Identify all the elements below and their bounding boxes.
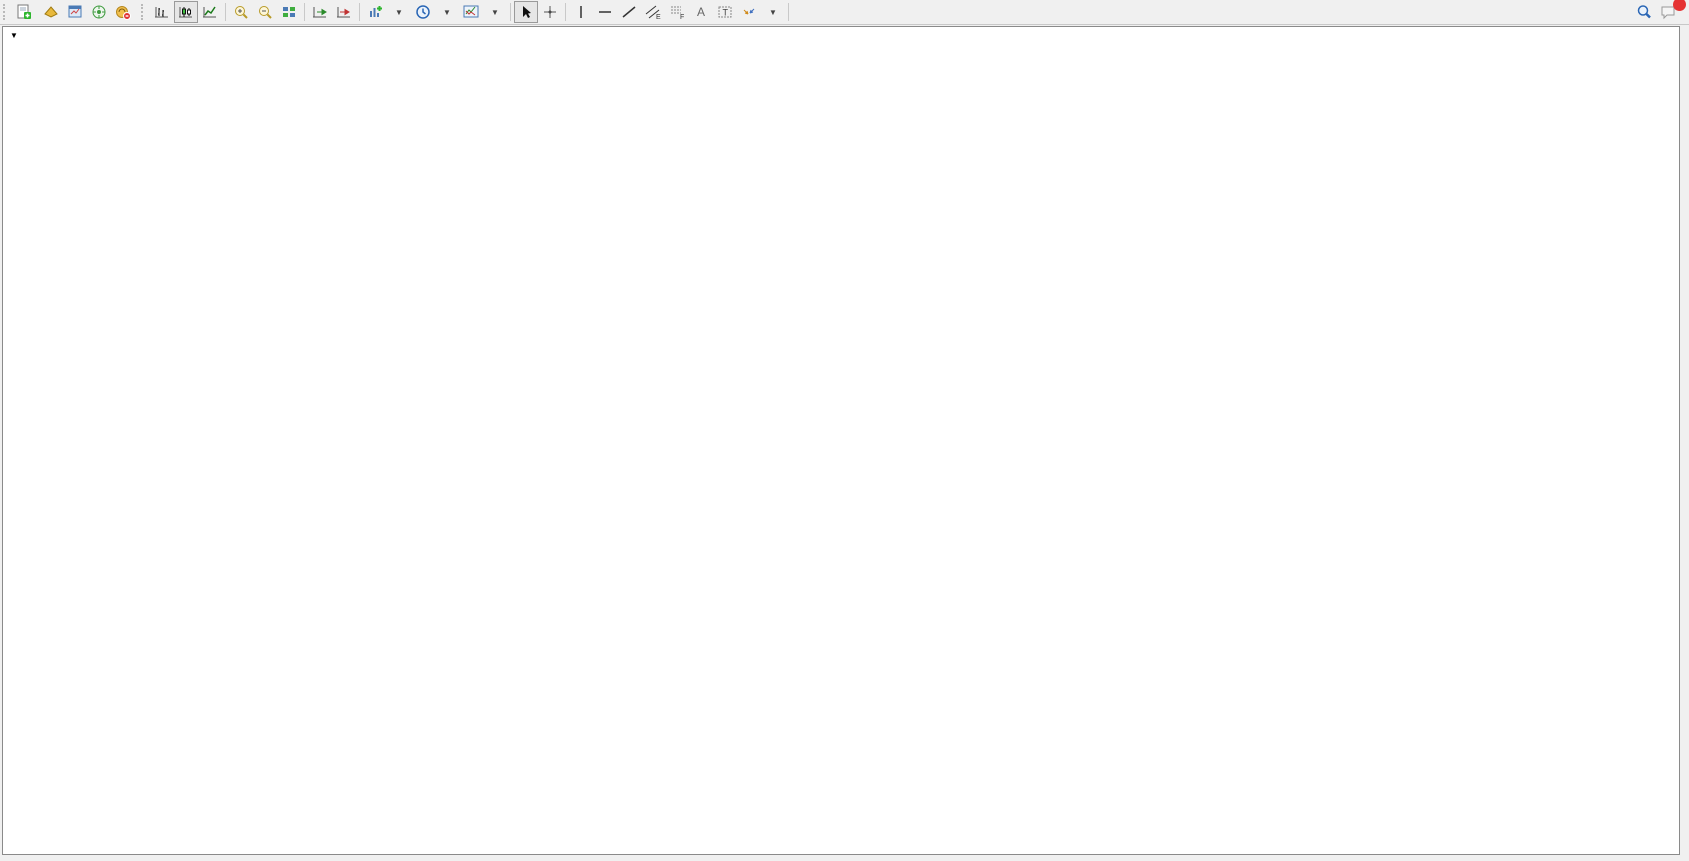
hline-button[interactable] bbox=[593, 1, 617, 23]
search-icon bbox=[1636, 4, 1652, 20]
arrows-button[interactable] bbox=[737, 1, 761, 23]
indicators-caret[interactable]: ▼ bbox=[387, 1, 411, 23]
fibonacci-button[interactable]: F bbox=[665, 1, 689, 23]
svg-text:E: E bbox=[656, 14, 661, 20]
chevron-down-icon: ▼ bbox=[394, 8, 404, 17]
collapse-triangle-icon[interactable]: ▼ bbox=[10, 31, 18, 40]
candlestick-button[interactable] bbox=[174, 1, 198, 23]
market-watch-button[interactable] bbox=[63, 1, 87, 23]
svg-text:T: T bbox=[723, 8, 729, 18]
navigator-icon bbox=[91, 4, 107, 20]
vline-button[interactable] bbox=[569, 1, 593, 23]
line-chart-icon bbox=[202, 4, 218, 20]
chevron-down-icon: ▼ bbox=[768, 8, 778, 17]
periods-caret[interactable]: ▼ bbox=[435, 1, 459, 23]
templates-icon bbox=[463, 4, 479, 20]
vline-icon bbox=[573, 4, 589, 20]
toolbar: ▼ ▼ ▼ bbox=[0, 0, 1689, 25]
market-watch-icon bbox=[67, 4, 83, 20]
fibonacci-icon: F bbox=[669, 4, 685, 20]
bar-chart-icon bbox=[154, 4, 170, 20]
bar-chart-button[interactable] bbox=[150, 1, 174, 23]
arrows-caret[interactable]: ▼ bbox=[761, 1, 785, 23]
autotrading-icon bbox=[115, 4, 131, 20]
channel-button[interactable]: E bbox=[641, 1, 665, 23]
cursor-icon bbox=[518, 4, 534, 20]
toolbar-grip[interactable] bbox=[3, 4, 9, 20]
crosshair-button[interactable] bbox=[538, 1, 562, 23]
new-order-icon bbox=[16, 4, 32, 20]
rsi-indicator-label bbox=[10, 732, 13, 744]
autoscroll-icon bbox=[312, 4, 328, 20]
chart-title: ▼ bbox=[10, 30, 25, 42]
navigator-button[interactable] bbox=[87, 1, 111, 23]
macd-indicator-label bbox=[10, 607, 13, 619]
trendline-button[interactable] bbox=[617, 1, 641, 23]
text-label-button[interactable]: T bbox=[713, 1, 737, 23]
channel-icon: E bbox=[645, 4, 661, 20]
crosshair-icon bbox=[542, 4, 558, 20]
toolbar-grip[interactable] bbox=[141, 4, 147, 20]
trendline-icon bbox=[621, 4, 637, 20]
tile-windows-button[interactable] bbox=[277, 1, 301, 23]
notification-badge bbox=[1673, 0, 1686, 11]
svg-text:A: A bbox=[697, 5, 705, 19]
mt4-terminal: ▼ ▼ ▼ bbox=[0, 0, 1689, 861]
text-icon: A bbox=[693, 4, 709, 20]
templates-caret[interactable]: ▼ bbox=[483, 1, 507, 23]
autoscroll-button[interactable] bbox=[308, 1, 332, 23]
zoom-in-icon bbox=[233, 4, 249, 20]
periods-button[interactable] bbox=[411, 1, 435, 23]
line-chart-button[interactable] bbox=[198, 1, 222, 23]
svg-text:F: F bbox=[680, 14, 684, 20]
new-order-button[interactable] bbox=[12, 1, 39, 23]
chevron-down-icon: ▼ bbox=[490, 8, 500, 17]
hline-icon bbox=[597, 4, 613, 20]
zoom-out-icon bbox=[257, 4, 273, 20]
chat-button[interactable] bbox=[1656, 1, 1681, 23]
chevron-down-icon: ▼ bbox=[442, 8, 452, 17]
cursor-button[interactable] bbox=[514, 1, 538, 23]
indicators-icon bbox=[367, 4, 383, 20]
autotrading-button[interactable] bbox=[111, 1, 138, 23]
chart-shift-button[interactable] bbox=[332, 1, 356, 23]
text-button[interactable]: A bbox=[689, 1, 713, 23]
arrows-icon bbox=[741, 4, 757, 20]
profiles-icon bbox=[43, 4, 59, 20]
chart-shift-icon bbox=[336, 4, 352, 20]
search-button[interactable] bbox=[1632, 1, 1656, 23]
indicators-button[interactable] bbox=[363, 1, 387, 23]
candlestick-icon bbox=[178, 4, 194, 20]
zoom-in-button[interactable] bbox=[229, 1, 253, 23]
zoom-out-button[interactable] bbox=[253, 1, 277, 23]
templates-button[interactable] bbox=[459, 1, 483, 23]
text-label-icon: T bbox=[717, 4, 733, 20]
tile-windows-icon bbox=[281, 4, 297, 20]
profiles-button[interactable] bbox=[39, 1, 63, 23]
periods-icon bbox=[415, 4, 431, 20]
chart-canvas[interactable] bbox=[0, 0, 1689, 861]
